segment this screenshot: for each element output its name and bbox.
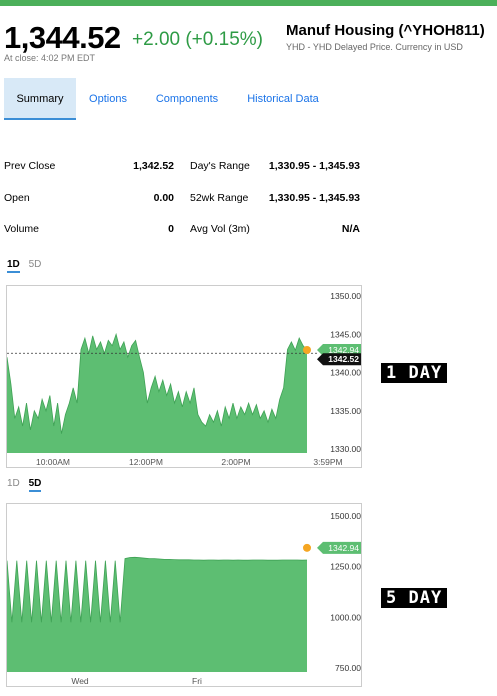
side-label-5-day: 5 DAY: [381, 588, 448, 608]
current-price-label: 1342.94: [328, 543, 359, 553]
quote-tabs: Summary Options Components Historical Da…: [4, 78, 494, 120]
x-tick-label: 10:00AM: [36, 457, 70, 467]
y-tick-label: 1250.00: [330, 562, 361, 572]
range-tab-5d[interactable]: 5D: [29, 259, 42, 270]
stats-row: Volume 0 Avg Vol (3m) N/A: [4, 223, 364, 243]
x-tick-label: 3:59PM: [313, 457, 342, 467]
y-tick-label: 1500.00: [330, 511, 361, 521]
top-accent-bar: [0, 0, 497, 6]
side-label-1-day: 1 DAY: [381, 363, 448, 383]
stat-label: 52wk Range: [190, 192, 249, 204]
last-price-dot: [303, 543, 311, 552]
stat-label: Avg Vol (3m): [190, 223, 250, 235]
close-time: At close: 4:02 PM EDT: [4, 53, 96, 63]
range-tab-1d[interactable]: 1D: [7, 259, 20, 273]
stat-label: Day's Range: [190, 160, 250, 172]
range-tab-5d[interactable]: 5D: [28, 478, 42, 492]
stats-row: Open 0.00 52wk Range 1,330.95 - 1,345.93: [4, 192, 364, 212]
stats-row: Prev Close 1,342.52 Day's Range 1,330.95…: [4, 160, 364, 180]
y-tick-label: 1000.00: [330, 612, 361, 622]
prev-close-label: 1342.52: [328, 354, 359, 364]
y-tick-label: 1330.00: [330, 444, 361, 454]
tab-options[interactable]: Options: [80, 78, 136, 120]
price-area: [7, 334, 307, 453]
x-tick-label: Fri: [192, 676, 202, 686]
stat-label: Prev Close: [4, 160, 56, 172]
x-tick-label: 12:00PM: [129, 457, 163, 467]
five-day-chart[interactable]: 1500.00 1250.00 1000.00 750.00 Wed Fri 1342.94: [6, 503, 362, 687]
stat-value: 0: [168, 223, 174, 235]
stat-value: N/A: [341, 223, 360, 235]
tab-components[interactable]: Components: [148, 78, 226, 120]
y-tick-label: 1345.00: [330, 329, 361, 339]
stat-value: 1,342.52: [133, 160, 174, 172]
stat-value: 0.00: [153, 192, 174, 204]
tab-summary[interactable]: Summary: [4, 78, 76, 120]
intraday-chart[interactable]: 1350.00 1345.00 1340.00 1335.00 1330.00 10:00…: [6, 285, 362, 468]
y-tick-label: 1350.00: [330, 291, 361, 301]
range-tabs-5d: 1D 5D: [7, 478, 47, 492]
range-tabs-1d: 1D 5D: [7, 259, 47, 273]
price-change: +2.00 (+0.15%): [132, 29, 263, 50]
x-tick-label: 2:00PM: [221, 457, 250, 467]
price-value: 1,344.52: [4, 20, 121, 55]
y-tick-label: 1340.00: [330, 368, 361, 378]
y-tick-label: 750.00: [335, 663, 361, 673]
tab-historical-data[interactable]: Historical Data: [240, 78, 326, 120]
security-subtitle: YHD - YHD Delayed Price. Currency in USD: [286, 42, 463, 52]
y-tick-label: 1335.00: [330, 406, 361, 416]
stat-label: Volume: [4, 223, 40, 235]
stat-value: 1,330.95 - 1,345.93: [268, 192, 360, 204]
range-tab-1d[interactable]: 1D: [7, 478, 20, 489]
stat-label: Open: [4, 192, 30, 204]
last-price-dot: [303, 346, 311, 355]
x-tick-label: Wed: [71, 676, 89, 686]
security-name: Manuf Housing (^YHOH811): [286, 22, 485, 39]
stat-value: 1,330.95 - 1,345.93: [268, 160, 360, 172]
